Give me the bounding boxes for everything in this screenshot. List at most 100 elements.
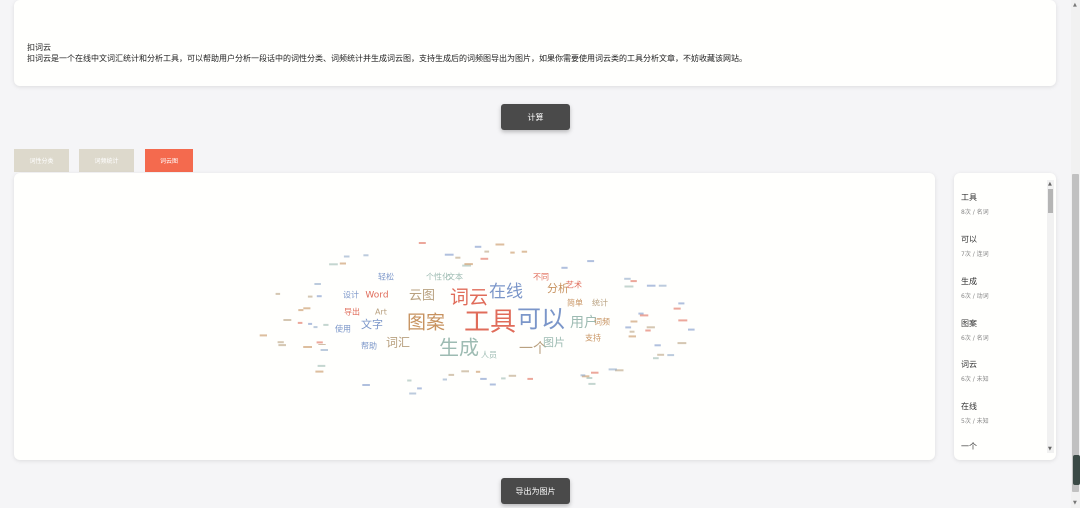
cloud-mini-word	[646, 284, 656, 287]
cloud-mini-word	[417, 387, 422, 390]
list-item-meta: 5次 / 未知	[961, 418, 989, 425]
cloud-mini-word	[484, 250, 490, 253]
tab-frequency-stats[interactable]: 词频统计	[79, 149, 134, 172]
cloud-mini-word	[527, 377, 533, 380]
list-item-word: 工具	[961, 193, 977, 202]
cloud-mini-word	[283, 319, 292, 321]
list-item[interactable]: 生成 6次 / 动词	[961, 276, 989, 300]
list-item-word: 可以	[961, 235, 977, 244]
cloud-mini-word	[474, 245, 482, 248]
cloud-mini-word	[480, 377, 487, 380]
cloud-mini-word	[653, 357, 659, 360]
cloud-word: 词云	[450, 287, 488, 309]
list-item-meta: 7次 / 连词	[961, 251, 989, 258]
cloud-mini-word	[646, 326, 655, 329]
cloud-mini-word	[444, 253, 454, 256]
list-item-meta: 6次 / 未知	[961, 376, 989, 383]
list-scrollbar[interactable]: ▲ ▼	[1047, 180, 1054, 453]
cloud-mini-word	[677, 342, 687, 345]
cloud-mini-word	[320, 349, 328, 351]
cloud-mini-word	[475, 370, 481, 373]
cloud-mini-word	[259, 334, 267, 337]
cloud-mini-word	[407, 379, 412, 382]
cloud-mini-word	[521, 250, 528, 253]
cloud-mini-word	[362, 384, 370, 386]
cloud-mini-word	[630, 320, 638, 323]
cloud-mini-word	[314, 283, 321, 285]
cloud-mini-word	[303, 346, 312, 348]
export-image-button[interactable]: 导出为图片	[501, 478, 570, 504]
scroll-up-icon[interactable]: ▲	[1048, 181, 1052, 187]
list-item-word: 在线	[961, 402, 977, 411]
cloud-word: 图案	[407, 312, 445, 334]
cloud-mini-word	[654, 344, 661, 347]
cloud-mini-word	[339, 262, 346, 265]
cloud-mini-word	[316, 295, 322, 298]
cloud-word: 简单	[567, 298, 583, 308]
cloud-mini-word	[657, 353, 665, 356]
cloud-mini-word	[343, 255, 350, 258]
cloud-word: 统计	[592, 298, 608, 308]
list-scrollbar-thumb[interactable]	[1048, 189, 1053, 213]
cloud-mini-word	[313, 326, 318, 329]
page-scroll-down-icon[interactable]: ▼	[1073, 500, 1077, 506]
cloud-word: 文字	[361, 317, 383, 331]
list-item-meta: 8次 / 名词	[961, 209, 989, 216]
cloud-mini-word	[317, 364, 326, 367]
cloud-mini-word	[561, 266, 568, 269]
cloud-mini-word	[624, 277, 631, 280]
cloud-word: Word	[365, 291, 388, 301]
list-item[interactable]: 工具 8次 / 名词	[961, 192, 989, 216]
list-item-meta: 6次 / 动词	[961, 293, 989, 300]
list-item[interactable]: 一个	[961, 441, 977, 452]
cloud-word: 帮助	[361, 341, 377, 351]
cloud-mini-word	[418, 242, 426, 244]
cloud-word: 人员	[481, 351, 497, 360]
cloud-mini-word	[495, 243, 505, 246]
cloud-mini-word	[455, 256, 461, 259]
word-frequency-list[interactable]: 工具 8次 / 名词 可以 7次 / 连词 生成 6次 / 动词 图案 6次 /…	[954, 173, 1056, 460]
list-item-meta: 6次 / 名词	[961, 335, 989, 342]
page-scrollbar-thumb[interactable]	[1072, 174, 1079, 492]
cloud-mini-word	[587, 260, 595, 263]
cloud-mini-word	[277, 341, 284, 344]
tab-pos-classification[interactable]: 词性分类	[14, 149, 69, 172]
cloud-word: 图片	[543, 336, 565, 349]
cloud-mini-word	[608, 368, 617, 371]
side-float-widget[interactable]	[1073, 455, 1080, 485]
cloud-mini-word	[461, 370, 469, 373]
list-item[interactable]: 图案 6次 / 名词	[961, 318, 989, 342]
cloud-word: 艺术	[566, 280, 582, 290]
page-scroll-up-icon[interactable]: ▲	[1073, 2, 1077, 8]
cloud-mini-word	[639, 314, 649, 317]
cloud-mini-word	[667, 354, 675, 357]
cloud-mini-word	[448, 373, 455, 376]
cloud-mini-word	[308, 322, 313, 325]
list-item[interactable]: 可以 7次 / 连词	[961, 234, 989, 258]
cloud-mini-word	[323, 323, 329, 326]
text-input-area[interactable]: 扣词云 扣词云是一个在线中文词汇统计和分析工具，可以帮助用户分析一段话中的词性分…	[14, 0, 1056, 86]
cloud-mini-word	[688, 328, 695, 331]
cloud-mini-word	[489, 383, 496, 386]
cloud-mini-word	[638, 312, 644, 315]
cloud-word: 支持	[585, 333, 601, 343]
input-body-line: 扣词云是一个在线中文词汇统计和分析工具，可以帮助用户分析一段话中的词性分类、词频…	[27, 54, 747, 63]
cloud-word: 可以	[517, 305, 565, 333]
cloud-word: 导出	[344, 307, 360, 317]
cloud-word: 词汇	[386, 336, 410, 350]
scroll-down-icon[interactable]: ▼	[1048, 446, 1052, 452]
list-item-word: 生成	[961, 277, 977, 286]
word-cloud-panel: 工具 可以 图案 生成 词云 在线 用户 一个 云图 分析 词汇 图片 文字 Word 设计 轻松 个性化 文本不…	[14, 173, 935, 460]
list-item[interactable]: 在线 5次 / 未知	[961, 401, 989, 425]
cloud-mini-word	[303, 307, 311, 310]
cloud-mini-word	[658, 284, 667, 287]
list-item[interactable]: 词云 6次 / 未知	[961, 359, 989, 383]
calculate-button[interactable]: 计算	[501, 104, 570, 130]
page-scrollbar[interactable]: ▲ ▼	[1071, 0, 1080, 508]
cloud-mini-word	[501, 377, 506, 380]
cloud-mini-word	[316, 341, 323, 344]
tab-word-cloud[interactable]: 词云图	[145, 149, 193, 172]
list-item-word: 一个	[961, 442, 977, 451]
cloud-mini-word	[480, 257, 489, 260]
cloud-mini-word	[624, 285, 634, 288]
